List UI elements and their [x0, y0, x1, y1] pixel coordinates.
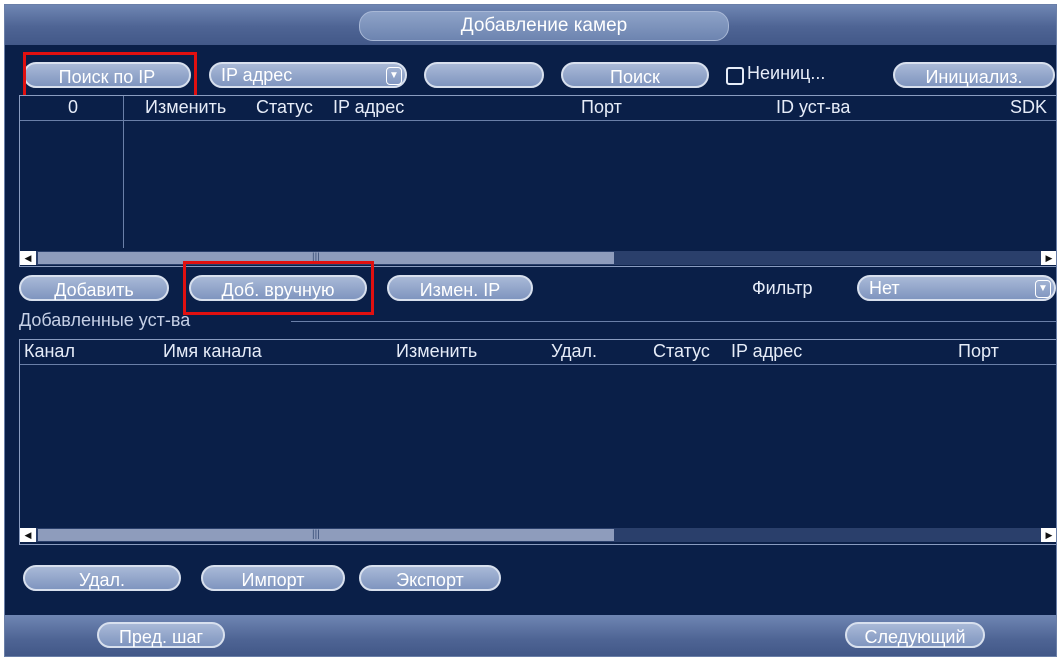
- col-port: Порт: [958, 341, 999, 361]
- col-status: Статус: [256, 97, 313, 117]
- found-count: 0: [68, 97, 79, 117]
- highlight-search-ip: [23, 52, 197, 98]
- added-table-scrollbar[interactable]: ◀ ||| ▶: [20, 528, 1056, 542]
- col-edit: Изменить: [145, 97, 227, 117]
- highlight-manual-add: [183, 261, 374, 315]
- col-device-id: ID уст-ва: [776, 97, 851, 117]
- filter-label: Фильтр: [752, 278, 813, 298]
- search-input[interactable]: [424, 62, 544, 88]
- footer-bar: Пред. шаг Следующий: [5, 615, 1056, 656]
- header-divider: [20, 120, 1056, 121]
- search-type-value: IP адрес: [221, 65, 293, 85]
- chevron-down-icon: ▼: [1035, 280, 1051, 298]
- title-bar: Добавление камер: [5, 5, 1056, 45]
- col-edit: Изменить: [396, 341, 478, 361]
- initialize-button[interactable]: Инициализ.: [893, 62, 1055, 88]
- add-cameras-window: Добавление камер Поиск по IP IP адрес ▼ …: [4, 4, 1057, 657]
- scroll-grip-icon: |||: [312, 529, 320, 540]
- added-devices-table: Канал Имя канала Изменить Удал. Статус I…: [19, 339, 1056, 545]
- add-button[interactable]: Добавить: [19, 275, 169, 301]
- scroll-left-icon[interactable]: ◀: [20, 528, 36, 542]
- next-step-button[interactable]: Следующий: [845, 622, 985, 648]
- previous-step-button[interactable]: Пред. шаг: [97, 622, 225, 648]
- col-channel: Канал: [24, 341, 75, 361]
- found-devices-table: 0 Изменить Статус IP адрес Порт ID уст-в…: [19, 95, 1056, 267]
- column-divider: [123, 96, 124, 248]
- export-button[interactable]: Экспорт: [359, 565, 501, 591]
- scroll-left-icon[interactable]: ◀: [20, 251, 36, 265]
- col-delete: Удал.: [551, 341, 598, 361]
- added-devices-title: Добавленные уст-ва: [19, 310, 191, 330]
- found-table-scrollbar[interactable]: ◀ ||| ▶: [20, 251, 1056, 265]
- scroll-thumb[interactable]: [38, 529, 614, 541]
- window-title: Добавление камер: [359, 11, 729, 41]
- col-port: Порт: [581, 97, 622, 117]
- search-type-select[interactable]: IP адрес ▼: [209, 62, 407, 88]
- delete-button[interactable]: Удал.: [23, 565, 181, 591]
- filter-value: Нет: [869, 278, 900, 298]
- col-status: Статус: [653, 341, 710, 361]
- col-sdk: SDK: [1010, 97, 1048, 117]
- col-ip-address: IP адрес: [731, 341, 803, 361]
- filter-select[interactable]: Нет ▼: [857, 275, 1056, 301]
- uninitialized-label: Неиниц...: [747, 63, 826, 83]
- scroll-right-icon[interactable]: ▶: [1041, 251, 1056, 265]
- section-divider: [291, 321, 1056, 322]
- search-button[interactable]: Поиск: [561, 62, 709, 88]
- import-button[interactable]: Импорт: [201, 565, 345, 591]
- header-divider: [20, 364, 1056, 365]
- col-ip-address: IP адрес: [333, 97, 405, 117]
- change-ip-button[interactable]: Измен. IP: [387, 275, 533, 301]
- scroll-right-icon[interactable]: ▶: [1041, 528, 1056, 542]
- uninitialized-checkbox[interactable]: [726, 67, 744, 85]
- col-channel-name: Имя канала: [163, 341, 262, 361]
- chevron-down-icon: ▼: [386, 67, 402, 85]
